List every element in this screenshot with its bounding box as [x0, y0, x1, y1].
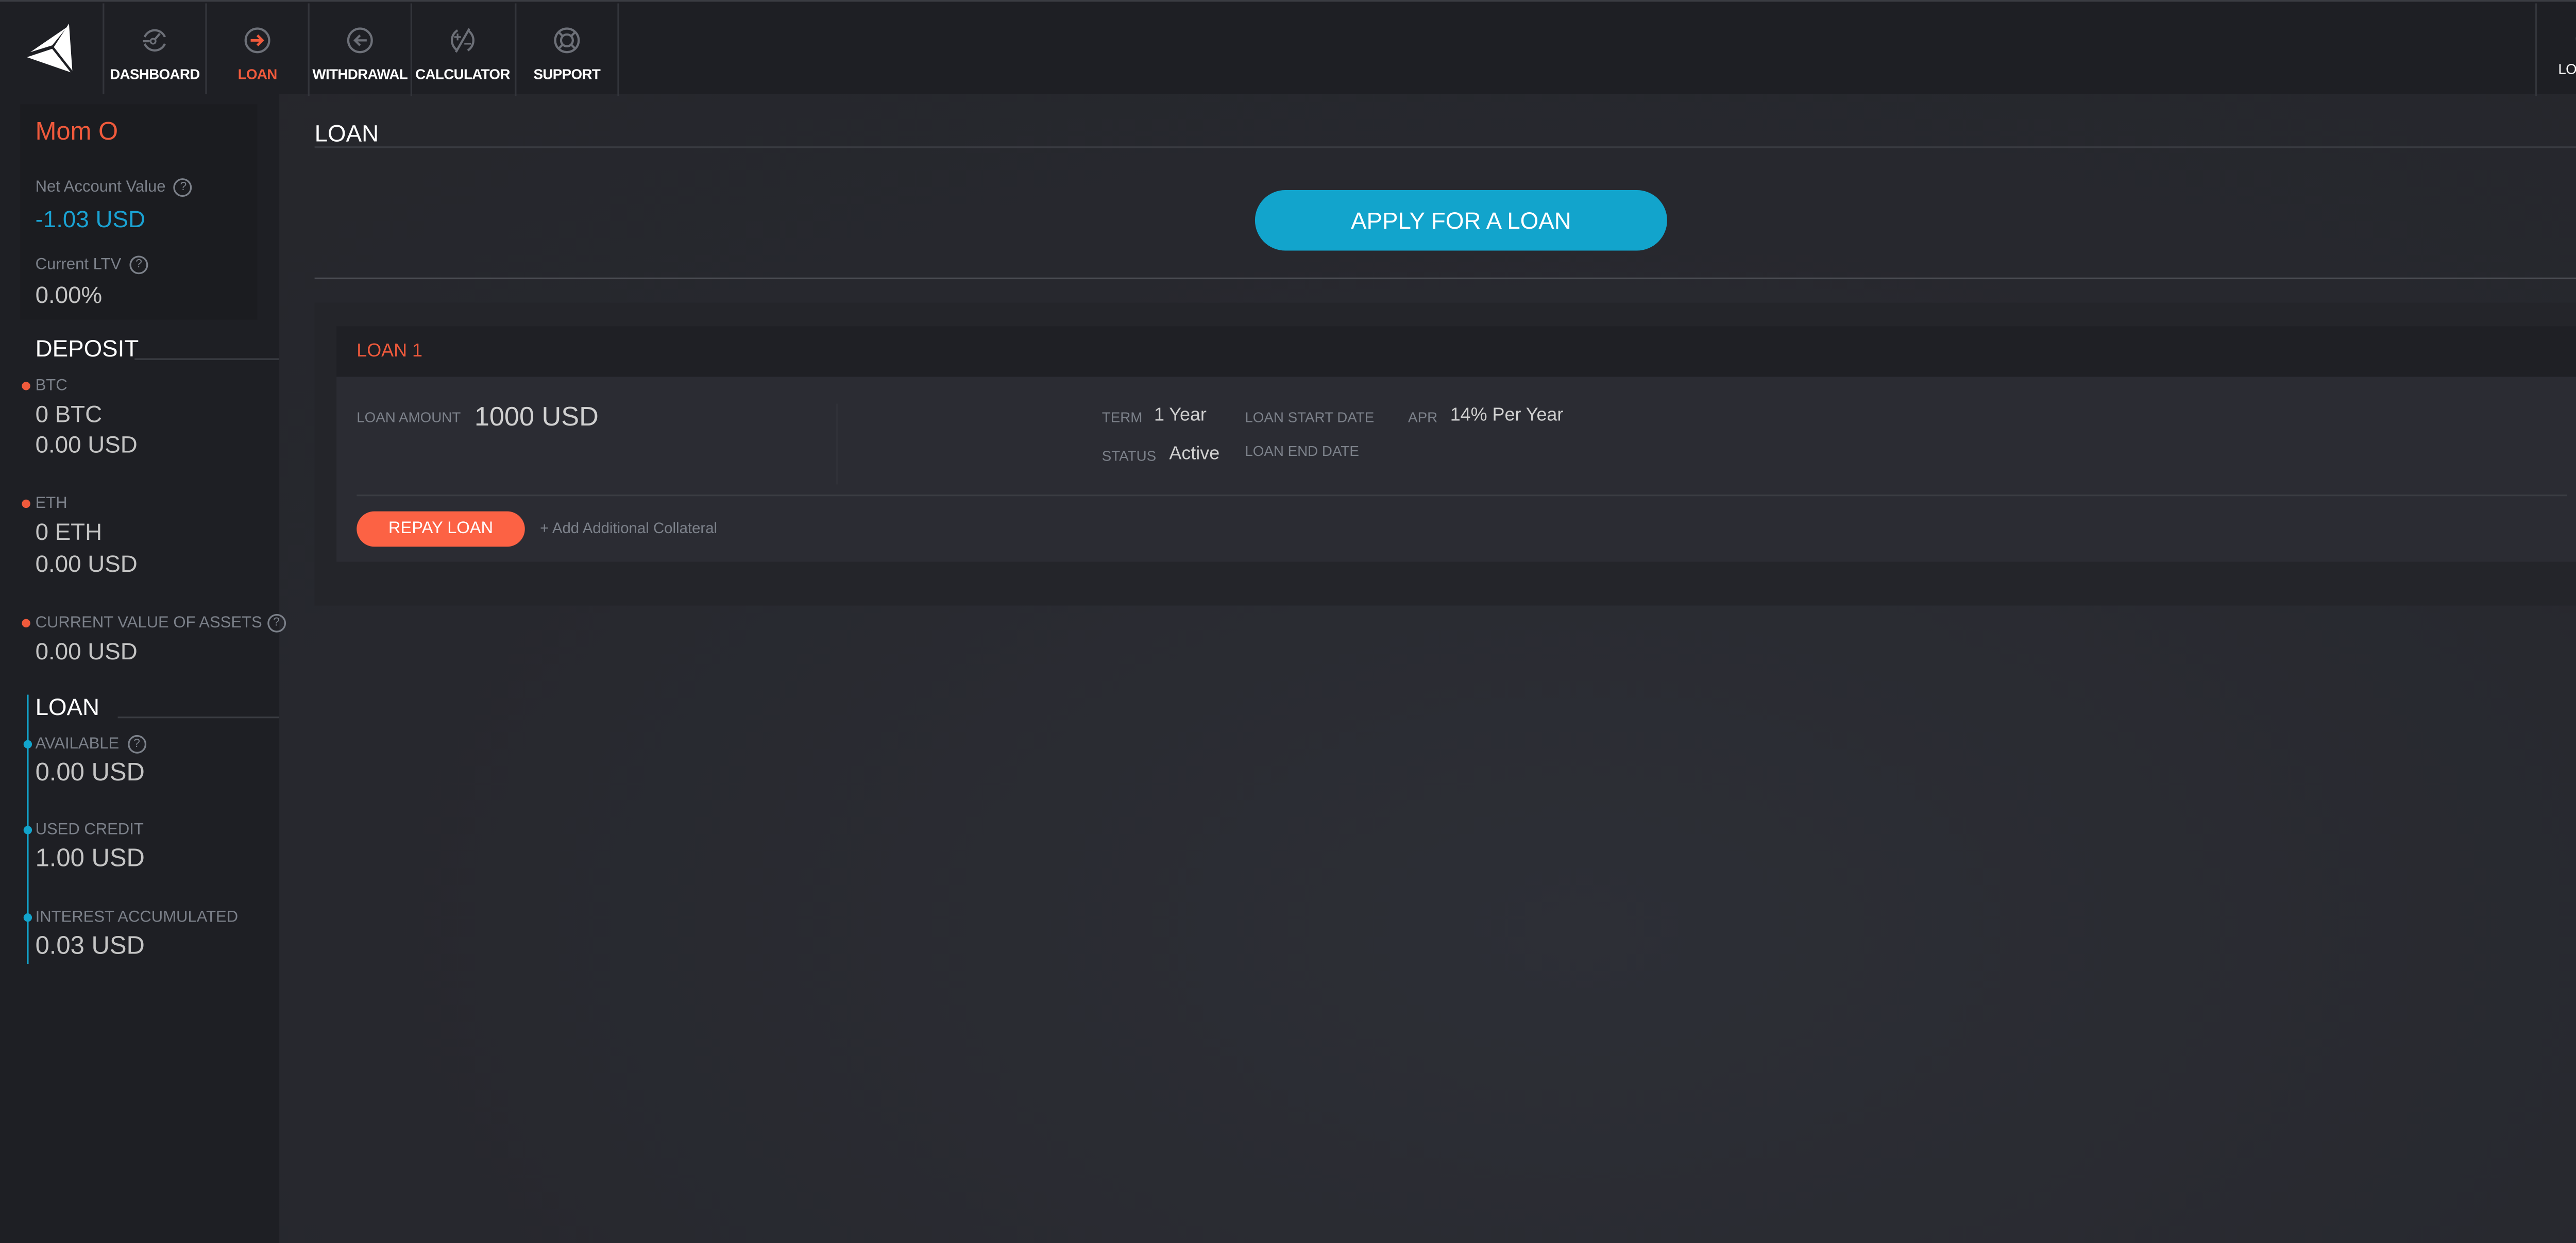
- app: DASHBOARD LOAN WITHDRAWAL CALCULATOR SUP…: [0, 0, 2576, 1243]
- used-credit-label: USED CREDIT: [35, 821, 144, 840]
- nav-label: LOAN: [238, 65, 278, 82]
- arrow-right-circle-icon: [244, 27, 270, 54]
- interest-label: INTEREST ACCUMULATED: [35, 908, 239, 927]
- help-icon[interactable]: ?: [267, 614, 286, 633]
- btc-usd: 0.00 USD: [35, 430, 138, 458]
- loan-card-header: LOAN 1: [336, 326, 2576, 377]
- assets-value: 0.00 USD: [35, 637, 138, 665]
- user-name: Mom O: [35, 117, 118, 147]
- loan-amount: 1000 USD: [474, 403, 599, 433]
- help-icon[interactable]: ?: [129, 256, 148, 275]
- repay-loan-button[interactable]: REPAY LOAN: [357, 511, 525, 547]
- current-ltv-label: Current LTV?: [36, 256, 148, 275]
- interest-dot-icon: [23, 913, 32, 922]
- term-label: TERM: [1101, 408, 1143, 426]
- interest-value: 0.03 USD: [35, 931, 145, 961]
- current-ltv-value: 0.00%: [35, 281, 103, 308]
- divider: [314, 146, 2576, 148]
- loan-amount-label: LOAN AMOUNT: [357, 408, 461, 426]
- nav-support[interactable]: SUPPORT: [515, 3, 617, 96]
- nav-loan[interactable]: LOAN: [205, 3, 308, 96]
- loan-card-body: LOAN AMOUNT 1000 USD TERM 1 Year LOAN ST…: [336, 377, 2576, 562]
- status-value: Active: [1169, 444, 1220, 465]
- deposit-heading: DEPOSIT: [35, 334, 139, 362]
- used-credit-dot-icon: [23, 826, 32, 835]
- divider: [357, 494, 2567, 497]
- nav-label: CALCULATOR: [415, 65, 510, 82]
- status-label: STATUS: [1101, 447, 1157, 465]
- eth-amount: 0 ETH: [35, 518, 103, 545]
- loan-title: LOAN 1: [357, 341, 423, 362]
- logo-icon: [27, 23, 73, 73]
- logout-button[interactable]: LOGOUT: [2535, 3, 2576, 96]
- loan-end-date-label: LOAN END DATE: [1245, 442, 1359, 459]
- divider: [134, 358, 280, 360]
- eth-dot-icon: [22, 499, 30, 508]
- nav-divider: [617, 3, 619, 96]
- available-label: AVAILABLE?: [36, 735, 146, 754]
- eth-usd: 0.00 USD: [35, 550, 138, 577]
- dashboard-gauge-icon: [143, 29, 166, 52]
- lifebuoy-icon: [554, 27, 580, 54]
- logo[interactable]: [24, 22, 81, 84]
- apply-for-loan-button[interactable]: APPLY FOR A LOAN: [1255, 190, 1667, 251]
- btc-dot-icon: [22, 382, 30, 390]
- available-dot-icon: [23, 740, 32, 749]
- net-account-value-label: Net Account Value?: [36, 178, 193, 197]
- add-collateral-link[interactable]: + Add Additional Collateral: [540, 520, 717, 537]
- nav-calculator[interactable]: CALCULATOR: [410, 3, 513, 96]
- divider: [117, 717, 280, 719]
- apr-value: 14% Per Year: [1450, 405, 1564, 426]
- nav-dashboard[interactable]: DASHBOARD: [103, 3, 205, 96]
- divider: [836, 403, 838, 485]
- btc-amount: 0 BTC: [35, 400, 103, 428]
- calculator-icon: [450, 28, 474, 53]
- loan-start-date-label: LOAN START DATE: [1245, 408, 1375, 426]
- eth-label: ETH: [35, 494, 67, 513]
- loan-heading: LOAN: [35, 693, 100, 720]
- assets-label: CURRENT VALUE OF ASSETS?: [36, 614, 286, 633]
- assets-dot-icon: [22, 619, 30, 627]
- nav-label: DASHBOARD: [110, 65, 200, 82]
- logout-label: LOGOUT: [2558, 60, 2576, 78]
- net-account-value: -1.03 USD: [35, 205, 145, 232]
- sidebar: Mom O Net Account Value? -1.03 USD Curre…: [0, 94, 286, 1243]
- term-value: 1 Year: [1154, 405, 1207, 426]
- btc-label: BTC: [35, 377, 67, 396]
- divider: [314, 277, 2576, 280]
- used-credit-value: 1.00 USD: [35, 844, 145, 873]
- help-icon[interactable]: ?: [174, 178, 193, 197]
- apr-label: APR: [1408, 408, 1438, 426]
- logout-icon: [2575, 37, 2576, 41]
- nav-label: WITHDRAWAL: [312, 65, 408, 82]
- nav-withdrawal[interactable]: WITHDRAWAL: [308, 3, 411, 96]
- top-navigation: DASHBOARD LOAN WITHDRAWAL CALCULATOR SUP…: [0, 0, 2576, 96]
- nav-label: SUPPORT: [533, 65, 601, 82]
- page-title: LOAN: [314, 119, 379, 147]
- arrow-left-circle-icon: [347, 27, 373, 54]
- available-value: 0.00 USD: [35, 758, 145, 788]
- help-icon[interactable]: ?: [127, 735, 146, 754]
